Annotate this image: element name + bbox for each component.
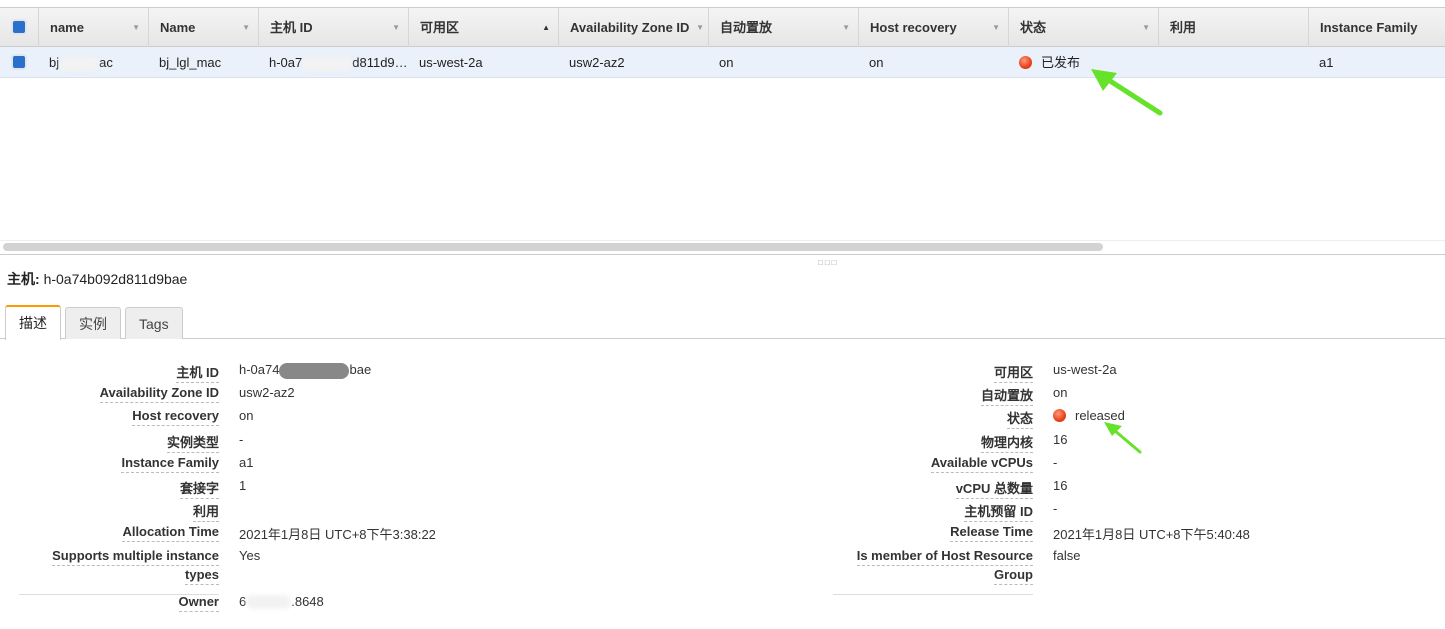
detail-tabs: 描述 实例 Tags: [0, 305, 1445, 340]
column-auto-placement[interactable]: 自动置放 ▼: [708, 8, 858, 47]
detail-label: Instance Family: [0, 454, 219, 473]
detail-label: 主机预留 ID: [773, 501, 1033, 523]
sort-icon[interactable]: ▼: [132, 8, 140, 47]
detail-value: -: [1053, 454, 1058, 470]
column-label: Name: [160, 20, 196, 35]
tab-instances[interactable]: 实例: [65, 307, 121, 339]
detail-label: 实例类型: [0, 432, 219, 453]
cell-state: 已发布: [1008, 47, 1080, 78]
tab-description[interactable]: 描述: [5, 305, 61, 340]
top-border: [0, 0, 1445, 8]
detail-label: vCPU 总数量: [773, 478, 1033, 499]
column-label: 利用: [1170, 20, 1197, 35]
detail-label: Available vCPUs: [773, 454, 1033, 473]
divider: [833, 593, 1033, 595]
cell-zone-id: usw2-az2: [569, 55, 625, 70]
detail-value: us-west-2a: [1053, 362, 1117, 377]
detail-label: 物理内核: [773, 432, 1033, 453]
cell-name-tag: bj_lgl_mac: [159, 55, 222, 70]
column-label: 可用区: [420, 20, 460, 35]
column-name-tag[interactable]: Name ▼: [148, 8, 258, 47]
status-dot-icon: [1053, 409, 1066, 423]
column-host-id[interactable]: 主机 ID ▼: [258, 8, 408, 47]
detail-label: 套接字: [0, 478, 219, 499]
column-label: Host recovery: [870, 20, 957, 35]
detail-value: on: [239, 408, 254, 424]
select-all-checkbox[interactable]: [11, 19, 27, 35]
detail-value: usw2-az2: [239, 385, 295, 401]
status-dot-icon: [1019, 56, 1032, 69]
table-row[interactable]: bj ac bj_lgl_mac h-0a7 d811d9… us-west-2a …: [0, 47, 1445, 78]
detail-label: 主机 ID: [0, 362, 219, 383]
sort-icon[interactable]: ▼: [1142, 8, 1150, 47]
detail-label: Supports multiple instance types: [0, 547, 219, 587]
detail-value: a1: [239, 454, 254, 470]
detail-value: 16: [1053, 431, 1068, 447]
detail-label: Host recovery: [0, 408, 219, 427]
sort-icon[interactable]: ▼: [992, 8, 1000, 47]
detail-label: 可用区: [773, 362, 1033, 383]
sort-icon[interactable]: ▼: [242, 8, 250, 47]
cell-auto-placement: on: [719, 55, 734, 70]
column-state[interactable]: 状态 ▼: [1008, 8, 1158, 47]
column-label: 状态: [1020, 20, 1047, 35]
column-host-recovery[interactable]: Host recovery ▼: [858, 8, 1008, 47]
column-instance-family[interactable]: Instance Family: [1308, 8, 1445, 47]
detail-label: 利用: [0, 501, 219, 523]
detail-value: false: [1053, 547, 1081, 563]
resize-handle[interactable]: □□□: [818, 258, 839, 267]
detail-label: Is member of Host Resource Group: [773, 547, 1033, 587]
detail-value: -: [1053, 501, 1058, 517]
detail-value: 2021年1月8日 UTC+8下午3:38:22: [239, 527, 436, 543]
column-label: 主机 ID: [270, 20, 313, 35]
cell-instance-family: a1: [1319, 55, 1334, 70]
column-name[interactable]: name ▼: [38, 8, 148, 47]
detail-value: Yes: [239, 547, 261, 563]
sort-icon[interactable]: ▼: [392, 8, 400, 47]
detail-value: 16: [1053, 478, 1068, 493]
cell-host-recovery: on: [869, 55, 884, 70]
redaction: [302, 56, 353, 71]
column-label: 自动置放: [720, 20, 773, 35]
redaction: [59, 56, 100, 71]
cell-zone: us-west-2a: [419, 55, 483, 70]
sort-asc-icon[interactable]: ▲: [542, 8, 550, 47]
redaction: [246, 595, 292, 610]
detail-label: 自动置放: [773, 385, 1033, 407]
detail-value: 6.8648: [239, 593, 324, 610]
column-label: Availability Zone ID: [570, 20, 690, 35]
detail-value: h-0a74 bae: [239, 362, 372, 379]
sort-icon[interactable]: ▼: [696, 8, 704, 47]
cell-name: bj ac: [49, 55, 113, 71]
detail-label: Availability Zone ID: [0, 385, 219, 404]
detail-label: Allocation Time: [0, 524, 219, 543]
grid-header: name ▼ Name ▼ 主机 ID ▼ 可用区 ▲ Availability Zon…: [0, 8, 1445, 47]
column-label: name: [50, 20, 84, 35]
column-zone-id[interactable]: Availability Zone ID ▼: [558, 8, 708, 47]
annotation-arrow-icon: [1091, 69, 1163, 116]
column-utilization[interactable]: 利用: [1158, 8, 1308, 47]
sort-icon[interactable]: ▼: [842, 8, 850, 47]
detail-title: 主机: h-0a74b092d811d9bae: [7, 271, 188, 287]
detail-label: Release Time: [773, 524, 1033, 543]
detail-label: 状态: [773, 408, 1033, 430]
tab-tags[interactable]: Tags: [125, 307, 183, 339]
detail-value: on: [1053, 385, 1068, 401]
column-label: Instance Family: [1320, 20, 1418, 35]
row-checkbox[interactable]: [11, 54, 27, 70]
horizontal-scrollbar[interactable]: [3, 243, 1103, 251]
detail-value: 2021年1月8日 UTC+8下午5:40:48: [1053, 527, 1250, 543]
detail-value: -: [239, 431, 244, 447]
detail-value: 1: [239, 478, 247, 493]
cell-host-id[interactable]: h-0a7 d811d9…: [258, 47, 408, 78]
column-zone[interactable]: 可用区 ▲: [408, 8, 558, 47]
annotation-arrow-icon: [1104, 422, 1142, 454]
redaction: [279, 362, 350, 379]
detail-label: Owner: [0, 593, 219, 612]
